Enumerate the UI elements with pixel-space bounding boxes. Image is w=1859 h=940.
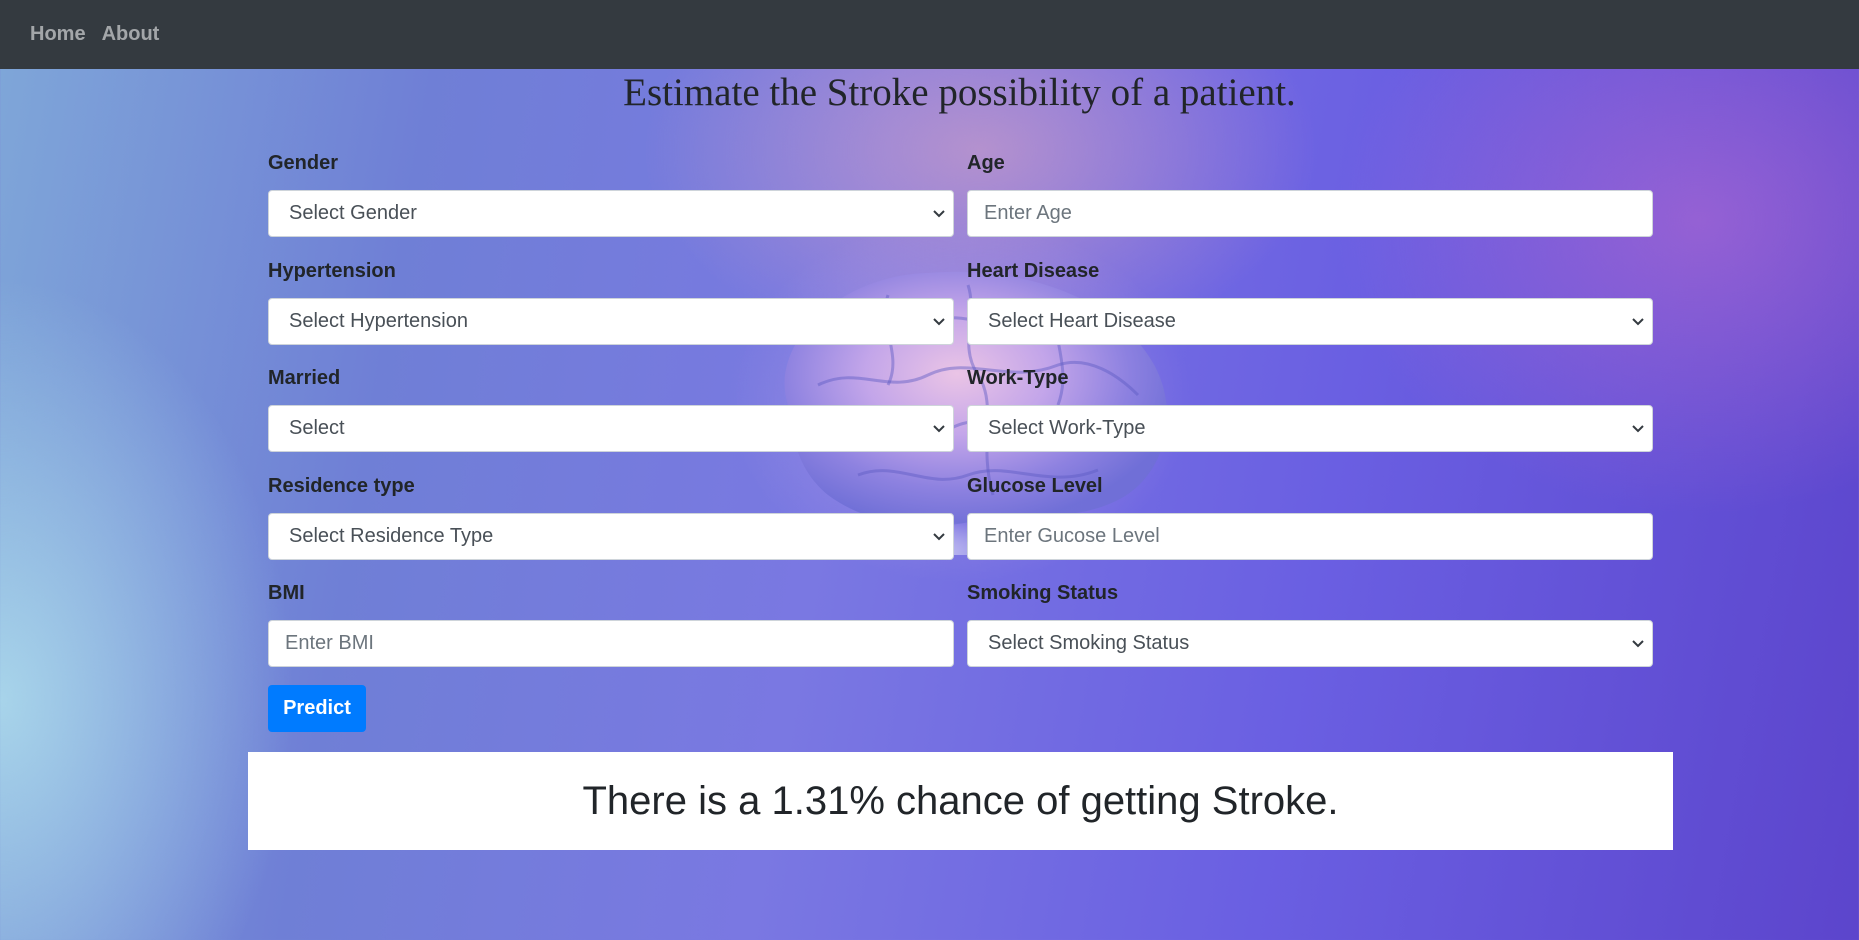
chevron-down-icon (933, 425, 945, 433)
nav-about-link[interactable]: About (94, 15, 168, 54)
married-select-value: Select (289, 417, 345, 439)
heart-disease-label: Heart Disease (967, 260, 1100, 282)
bmi-placeholder: Enter BMI (285, 632, 374, 654)
chevron-down-icon (1632, 318, 1644, 326)
age-group: Age Enter Age (967, 148, 1653, 237)
glucose-level-label: Glucose Level (967, 475, 1103, 497)
bmi-input[interactable]: Enter BMI (268, 620, 954, 667)
gender-group: Gender Select Gender (268, 148, 954, 237)
heart-disease-group: Heart Disease Select Heart Disease (967, 256, 1653, 345)
predict-button[interactable]: Predict (268, 685, 366, 732)
result-text: There is a 1.31% chance of getting Strok… (582, 778, 1339, 823)
residence-type-select-value: Select Residence Type (289, 525, 494, 547)
married-select[interactable]: Select (268, 405, 954, 452)
work-type-select[interactable]: Select Work-Type (967, 405, 1653, 452)
bmi-label: BMI (268, 582, 305, 604)
nav-home-link[interactable]: Home (22, 15, 94, 54)
hypertension-label: Hypertension (268, 260, 396, 282)
smoking-status-select[interactable]: Select Smoking Status (967, 620, 1653, 667)
bmi-group: BMI Enter BMI (268, 578, 954, 667)
glucose-level-placeholder: Enter Gucose Level (984, 525, 1160, 547)
smoking-status-select-value: Select Smoking Status (988, 632, 1190, 654)
hypertension-select-value: Select Hypertension (289, 310, 468, 332)
heart-disease-select-value: Select Heart Disease (988, 310, 1176, 332)
navbar: Home About (0, 0, 1859, 69)
chevron-down-icon (933, 533, 945, 541)
heart-disease-select[interactable]: Select Heart Disease (967, 298, 1653, 345)
chevron-down-icon (1632, 425, 1644, 433)
glucose-level-input[interactable]: Enter Gucose Level (967, 513, 1653, 560)
work-type-select-value: Select Work-Type (988, 417, 1146, 439)
chevron-down-icon (933, 210, 945, 218)
age-input[interactable]: Enter Age (967, 190, 1653, 237)
married-label: Married (268, 367, 341, 389)
residence-type-select[interactable]: Select Residence Type (268, 513, 954, 560)
work-type-group: Work-Type Select Work-Type (967, 363, 1653, 452)
residence-type-group: Residence type Select Residence Type (268, 471, 954, 560)
gender-label: Gender (268, 152, 339, 174)
hypertension-select[interactable]: Select Hypertension (268, 298, 954, 345)
smoking-status-label: Smoking Status (967, 582, 1119, 604)
chevron-down-icon (933, 318, 945, 326)
result-box: There is a 1.31% chance of getting Strok… (248, 752, 1673, 850)
married-group: Married Select (268, 363, 954, 452)
page-title: Estimate the Stroke possibility of a pat… (623, 71, 1296, 114)
smoking-status-group: Smoking Status Select Smoking Status (967, 578, 1653, 667)
hypertension-group: Hypertension Select Hypertension (268, 256, 954, 345)
chevron-down-icon (1632, 640, 1644, 648)
gender-select[interactable]: Select Gender (268, 190, 954, 237)
age-label: Age (967, 152, 1005, 174)
age-placeholder: Enter Age (984, 202, 1072, 224)
work-type-label: Work-Type (967, 367, 1069, 389)
gender-select-value: Select Gender (289, 202, 417, 224)
glucose-level-group: Glucose Level Enter Gucose Level (967, 471, 1653, 560)
residence-type-label: Residence type (268, 475, 415, 497)
